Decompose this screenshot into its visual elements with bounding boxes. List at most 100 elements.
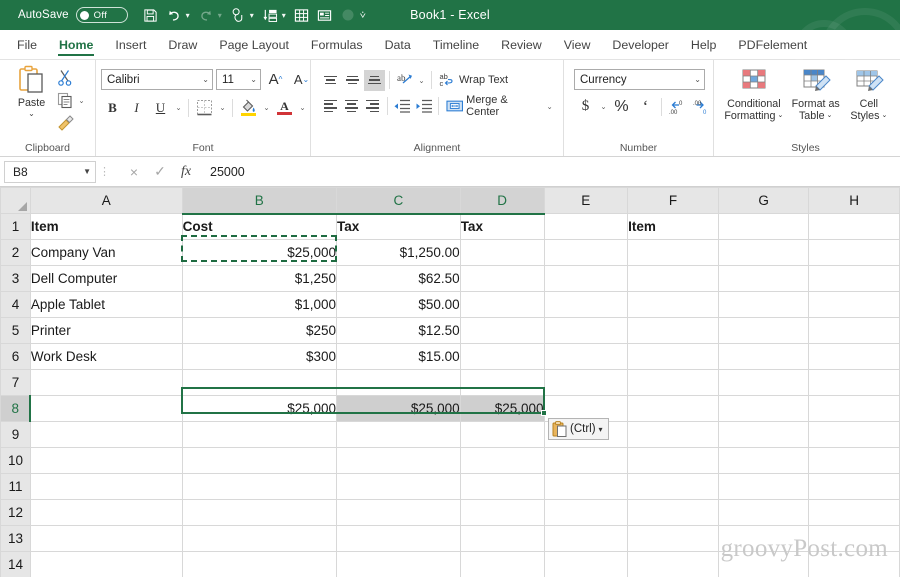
cell-D7[interactable]: [459, 369, 545, 396]
cell-B6[interactable]: $300: [181, 343, 338, 370]
cell-B10[interactable]: [181, 447, 338, 474]
cell-D9[interactable]: [459, 421, 545, 448]
name-box-caret-icon[interactable]: ▼: [83, 167, 91, 176]
cell-D1[interactable]: Tax: [459, 213, 545, 240]
cell-G6[interactable]: [717, 343, 810, 370]
cell-F6[interactable]: [627, 343, 719, 370]
cell-E12[interactable]: [543, 499, 629, 526]
accounting-format-icon[interactable]: $: [574, 95, 597, 118]
borders-icon[interactable]: [193, 96, 216, 119]
tab-draw[interactable]: Draw: [157, 30, 208, 59]
tab-page-layout[interactable]: Page Layout: [208, 30, 300, 59]
decrease-font-size-icon[interactable]: A ⌄: [290, 68, 313, 91]
increase-indent-icon[interactable]: [413, 96, 433, 117]
cell-D13[interactable]: [459, 525, 545, 552]
customize-qat-icon[interactable]: ⩒: [360, 10, 370, 21]
font-color-dropdown-caret-icon[interactable]: ⌄: [297, 103, 308, 112]
cell-H14[interactable]: [808, 551, 900, 577]
merge-and-center-button[interactable]: Merge & Center ⌄: [443, 94, 558, 118]
row-header-12[interactable]: 12: [0, 499, 31, 526]
row-header-4[interactable]: 4: [0, 291, 31, 318]
cell-E10[interactable]: [543, 447, 629, 474]
cell-C5[interactable]: $12.50: [336, 317, 461, 344]
cell-F3[interactable]: [627, 265, 719, 292]
cell-E4[interactable]: [543, 291, 629, 318]
tab-file[interactable]: File: [6, 30, 48, 59]
record-macro-icon[interactable]: [337, 3, 359, 27]
row-header-3[interactable]: 3: [0, 265, 31, 292]
row-header-13[interactable]: 13: [0, 525, 31, 552]
redo-dropdown-caret-icon[interactable]: ▾: [218, 11, 226, 20]
bold-button[interactable]: B: [101, 96, 124, 119]
cell-A5[interactable]: Printer: [29, 317, 183, 344]
cell-C7[interactable]: [336, 369, 461, 396]
cell-G8[interactable]: [717, 395, 810, 422]
cell-C3[interactable]: $62.50: [336, 265, 461, 292]
cell-H2[interactable]: [808, 239, 900, 266]
cell-D6[interactable]: [459, 343, 545, 370]
cell-C1[interactable]: Tax: [336, 213, 461, 240]
align-left-icon[interactable]: [320, 96, 340, 117]
merge-dropdown-caret-icon[interactable]: ⌄: [544, 102, 555, 111]
cell-C2[interactable]: $1,250.00: [336, 239, 461, 266]
undo-icon[interactable]: [163, 3, 185, 27]
cell-G5[interactable]: [717, 317, 810, 344]
cell-D3[interactable]: [459, 265, 545, 292]
cell-styles-caret-icon[interactable]: ⌄: [881, 110, 887, 122]
cell-C8[interactable]: $25,000: [336, 395, 461, 422]
cell-G11[interactable]: [717, 473, 810, 500]
format-as-table-caret-icon[interactable]: ⌄: [827, 110, 833, 122]
cell-C6[interactable]: $15.00: [336, 343, 461, 370]
cell-H12[interactable]: [808, 499, 900, 526]
font-size-combobox[interactable]: 11 ⌄: [216, 69, 261, 90]
align-right-icon[interactable]: [363, 96, 383, 117]
cell-B5[interactable]: $250: [181, 317, 338, 344]
cell-styles-button[interactable]: Cell Styles ⌄: [846, 66, 892, 122]
cell-E2[interactable]: [543, 239, 629, 266]
tab-home[interactable]: Home: [48, 30, 104, 59]
cell-C12[interactable]: [336, 499, 461, 526]
cell-H5[interactable]: [808, 317, 900, 344]
cell-C13[interactable]: [336, 525, 461, 552]
formula-input[interactable]: 25000: [203, 161, 896, 183]
cell-B11[interactable]: [181, 473, 338, 500]
italic-button[interactable]: I: [125, 96, 148, 119]
sort-icon[interactable]: [259, 3, 281, 27]
cell-E3[interactable]: [543, 265, 629, 292]
align-center-icon[interactable]: [341, 96, 361, 117]
cell-B1[interactable]: Cost: [181, 213, 338, 240]
touch-mode-dropdown-caret-icon[interactable]: ▾: [250, 11, 258, 20]
cell-F14[interactable]: [627, 551, 719, 577]
cell-G1[interactable]: [717, 213, 810, 240]
paste-options-caret-icon[interactable]: ▾: [599, 425, 603, 434]
name-box[interactable]: B8 ▼: [4, 160, 96, 183]
cell-H7[interactable]: [808, 369, 900, 396]
cut-button[interactable]: [54, 66, 90, 88]
paste-button[interactable]: Paste ⌄: [9, 63, 54, 120]
decrease-decimal-icon[interactable]: .00 0: [690, 95, 713, 118]
cell-E1[interactable]: [543, 213, 629, 240]
touch-mode-icon[interactable]: [227, 3, 249, 27]
cell-A3[interactable]: Dell Computer: [29, 265, 183, 292]
cell-C14[interactable]: [336, 551, 461, 577]
autosave-toggle[interactable]: Off: [75, 7, 128, 23]
cell-F8[interactable]: [627, 395, 719, 422]
cell-D14[interactable]: [459, 551, 545, 577]
row-header-8[interactable]: 8: [0, 395, 32, 422]
align-top-icon[interactable]: [320, 70, 341, 91]
paste-options-button[interactable]: (Ctrl) ▾: [548, 418, 609, 440]
cell-G9[interactable]: [717, 421, 810, 448]
table-icon[interactable]: [291, 3, 313, 27]
cell-A10[interactable]: [29, 447, 183, 474]
decrease-indent-icon[interactable]: [392, 96, 412, 117]
accounting-dropdown-caret-icon[interactable]: ⌄: [598, 102, 609, 111]
cell-D2[interactable]: [459, 239, 545, 266]
cell-G7[interactable]: [717, 369, 810, 396]
font-family-combobox[interactable]: Calibri ⌄: [101, 69, 213, 90]
cell-F4[interactable]: [627, 291, 719, 318]
cell-G13[interactable]: [717, 525, 810, 552]
cell-B12[interactable]: [181, 499, 338, 526]
save-icon[interactable]: [140, 3, 162, 27]
row-header-6[interactable]: 6: [0, 343, 31, 370]
row-header-10[interactable]: 10: [0, 447, 31, 474]
